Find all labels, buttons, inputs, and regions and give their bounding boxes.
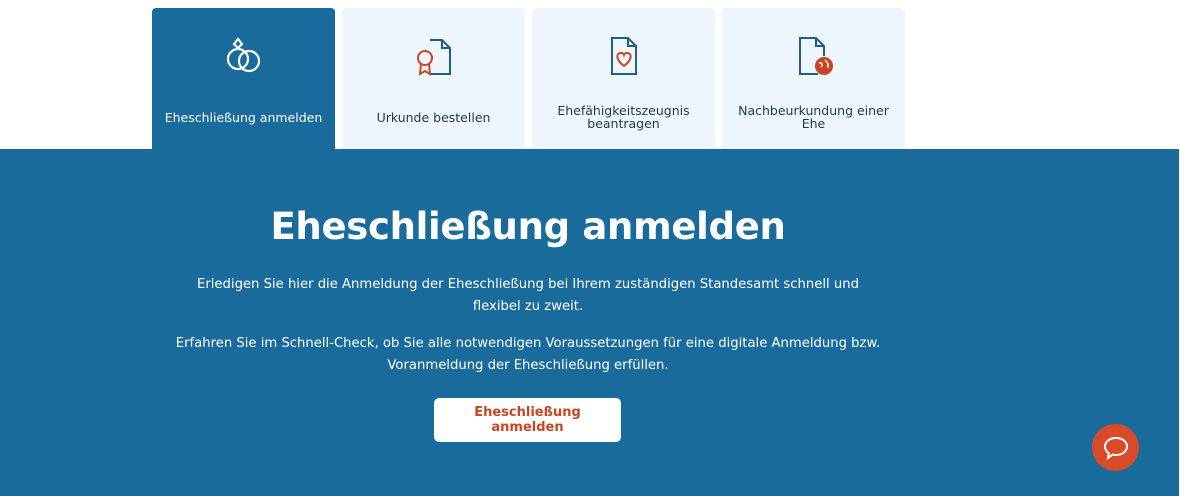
eheschliessung-anmelden-button[interactable]: Eheschließung anmelden — [434, 398, 621, 442]
tab-urkunde-bestellen[interactable]: Urkunde bestellen — [342, 8, 525, 150]
tab-label: Ehefähigkeitszeugnis beantragen — [557, 103, 690, 131]
globe-document-icon — [792, 34, 836, 78]
tab-label: Urkunde bestellen — [376, 109, 491, 125]
rings-icon — [222, 34, 266, 78]
tab-label: Nachbeurkundung einer Ehe — [738, 103, 889, 131]
chat-button[interactable] — [1092, 424, 1139, 471]
chat-bubble-icon — [1103, 436, 1129, 460]
tab-ehefaehigkeitszeugnis[interactable]: Ehefähigkeitszeugnis beantragen — [532, 8, 715, 150]
intro-text: Erledigen Sie hier die Anmeldung der Ehe… — [197, 277, 859, 314]
check-text: Erfahren Sie im Schnell-Check, ob Sie al… — [175, 336, 881, 373]
main-panel: Eheschließung anmelden Erledigen Sie hie… — [0, 149, 1179, 496]
tab-eheschliessung-anmelden[interactable]: Eheschließung anmelden — [152, 8, 335, 150]
tab-label: Eheschließung anmelden — [164, 109, 323, 125]
heart-document-icon — [602, 34, 646, 78]
service-tabs: Eheschließung anmelden Urkunde bestellen… — [0, 0, 1180, 150]
page-title: Eheschließung anmelden — [270, 205, 786, 248]
certificate-document-icon — [412, 34, 456, 78]
tab-nachbeurkundung[interactable]: Nachbeurkundung einer Ehe — [722, 8, 905, 150]
